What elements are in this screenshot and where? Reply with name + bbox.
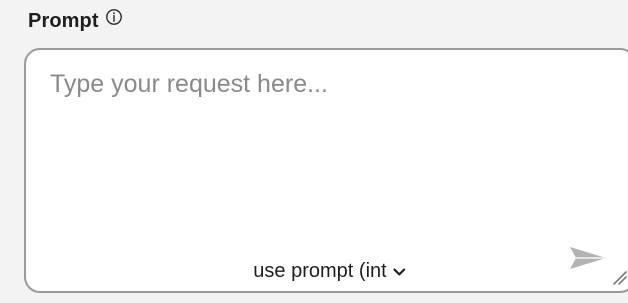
prompt-mode-select[interactable]: use prompt (int [253,259,406,283]
prompt-header: Prompt [28,6,123,36]
send-button[interactable] [566,241,610,275]
send-icon [566,247,610,278]
prompt-textarea[interactable] [50,68,570,218]
info-icon[interactable] [105,8,123,26]
prompt-box: use prompt (int [24,48,628,293]
chevron-down-icon [393,265,407,279]
prompt-label: Prompt [28,10,99,32]
resize-handle-icon[interactable] [609,267,627,285]
prompt-mode-select-value: use prompt (int [253,260,387,282]
